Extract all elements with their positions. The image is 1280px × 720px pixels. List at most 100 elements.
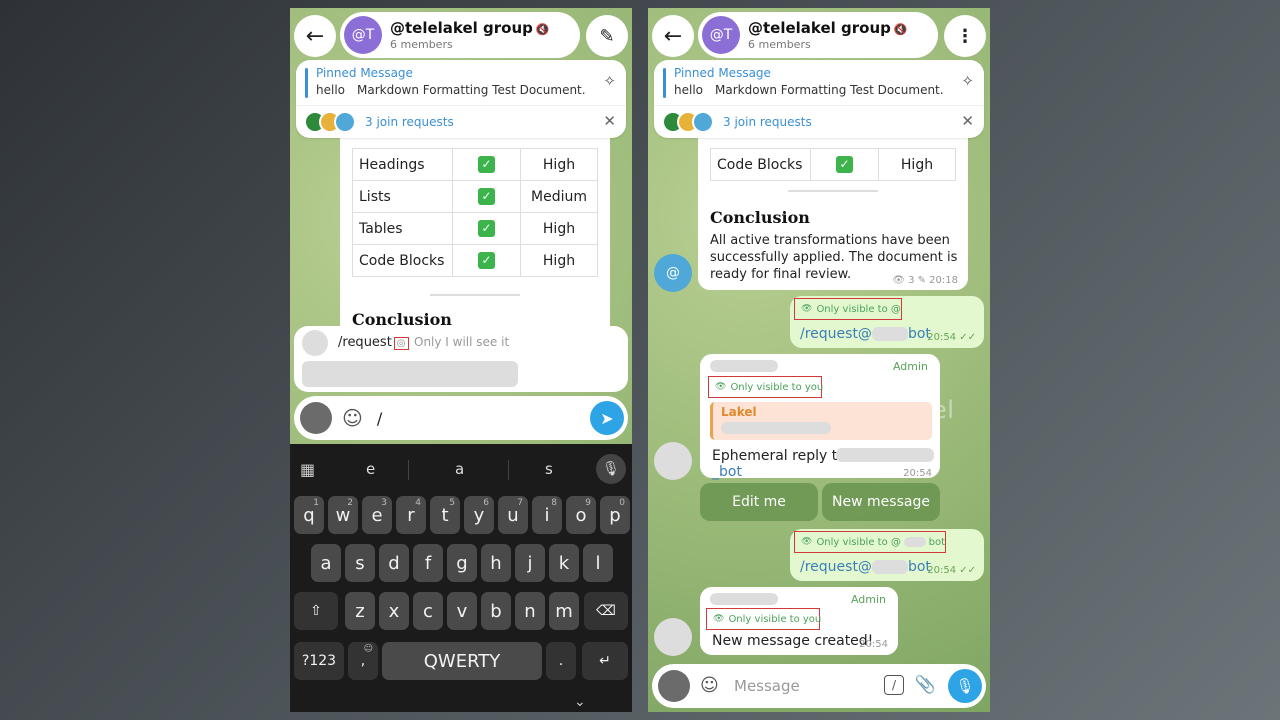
message-meta: 20:54 ✓✓ (927, 565, 976, 576)
edit-me-button[interactable]: Edit me (700, 483, 818, 521)
redacted-sender-name (710, 360, 778, 372)
bot-link[interactable]: _bot (712, 464, 742, 480)
message-input[interactable]: / (377, 409, 382, 428)
word-suggestion[interactable]: e (366, 460, 375, 478)
user-avatar[interactable] (300, 402, 332, 434)
key-a[interactable]: a (311, 544, 341, 582)
user-avatar[interactable] (658, 670, 690, 702)
comma-key[interactable]: , ☺ (348, 642, 378, 680)
key-g[interactable]: g (447, 544, 477, 582)
symbols-key[interactable]: ?123 (294, 642, 344, 680)
command-suggestion[interactable]: /request ◎ (338, 335, 409, 350)
word-suggestion[interactable]: s (545, 460, 553, 478)
mute-icon: 🔇 (893, 23, 908, 36)
attach-pen-button[interactable]: ✎ (586, 15, 628, 57)
mic-icon[interactable]: 🎙 (596, 454, 626, 484)
outgoing-message[interactable]: 👁 Only visible to @ bot /request@ bot 20:54… (790, 529, 984, 581)
grid-icon[interactable]: ▦ (300, 460, 315, 479)
key-f[interactable]: f (413, 544, 443, 582)
command-description: Only I will see it (414, 335, 510, 349)
key-i[interactable]: i8 (532, 496, 562, 534)
outgoing-message[interactable]: 👁 Only visible to @ /request@ bot 20:54 ✓✓ (790, 296, 984, 348)
pinned-text-b: Markdown Formatting Test Document... (357, 83, 586, 97)
key-z[interactable]: z (345, 592, 375, 630)
sender-avatar[interactable] (654, 442, 692, 480)
send-button[interactable]: ➤ (590, 401, 624, 435)
eye-off-icon: ◎ (393, 337, 409, 350)
key-p[interactable]: p0 (600, 496, 630, 534)
word-suggestion[interactable]: a (455, 460, 464, 478)
key-j[interactable]: j (515, 544, 545, 582)
message-input[interactable]: Message (734, 677, 800, 695)
reply-quote[interactable]: Lakel (710, 402, 932, 440)
back-button[interactable]: ← (652, 15, 694, 57)
key-w[interactable]: w2 (328, 496, 358, 534)
key-k[interactable]: k (549, 544, 579, 582)
close-icon[interactable]: ✕ (603, 112, 616, 130)
command-text: /request@ bot (800, 326, 931, 342)
table-cell: Lists (352, 180, 453, 213)
table-cell: ✓ (452, 148, 521, 181)
pinned-title: Pinned Message (674, 66, 771, 80)
key-s[interactable]: s (345, 544, 375, 582)
sender-avatar[interactable] (654, 618, 692, 656)
incoming-message[interactable]: Admin 👁 Only visible to you New message c… (700, 587, 898, 655)
pinned-message-bar[interactable]: Pinned Message hello Markdown Formatting … (296, 60, 626, 138)
key-h[interactable]: h (481, 544, 511, 582)
key-t[interactable]: t5 (430, 496, 460, 534)
key-u[interactable]: u7 (498, 496, 528, 534)
key-x[interactable]: x (379, 592, 409, 630)
redacted-text (871, 560, 908, 574)
sender-avatar[interactable]: @ (654, 254, 692, 292)
key-r[interactable]: r4 (396, 496, 426, 534)
chat-title[interactable]: @T @telelakel group 🔇 6 members (698, 12, 938, 58)
pin-list-icon[interactable]: ✧ (961, 72, 974, 90)
paperclip-icon[interactable]: 📎 (915, 675, 936, 695)
key-m[interactable]: m (549, 592, 579, 630)
chat-header: ← @T @telelakel group 🔇 6 members ⋮ (652, 12, 986, 58)
table-cell: Code Blocks (710, 148, 811, 181)
emoji-icon[interactable]: ☺ (700, 675, 719, 696)
key-q[interactable]: q1 (294, 496, 324, 534)
command-suggestion-list: /request ◎ Only I will see it (294, 326, 628, 392)
backspace-key[interactable]: ⌫ (584, 592, 628, 630)
emoji-icon[interactable]: ☺ (342, 406, 363, 430)
redacted-sender-name (710, 593, 778, 605)
message-composer: ☺ / ➤ (294, 396, 628, 440)
more-button[interactable]: ⋮ (944, 15, 986, 57)
close-icon[interactable]: ✕ (961, 112, 974, 130)
left-phone-screen: Headings ✓ High Lists ✓ Medium Tables ✓ … (290, 8, 632, 712)
key-v[interactable]: v (447, 592, 477, 630)
bot-commands-icon[interactable]: / (884, 675, 904, 695)
visibility-badge: 👁 Only visible to you (706, 608, 821, 630)
key-o[interactable]: o9 (566, 496, 596, 534)
pin-list-icon[interactable]: ✧ (603, 72, 616, 90)
incoming-message[interactable]: Admin 👁 Only visible to you Lakel Ephemer… (700, 354, 940, 480)
join-requests-bar[interactable]: 3 join requests ✕ (304, 110, 618, 134)
mic-button[interactable]: 🎙 (948, 669, 982, 703)
key-c[interactable]: c (413, 592, 443, 630)
back-button[interactable]: ← (294, 15, 336, 57)
key-b[interactable]: b (481, 592, 511, 630)
member-count: 6 members (748, 38, 811, 51)
key-n[interactable]: n (515, 592, 545, 630)
join-requests-bar[interactable]: 3 join requests ✕ (662, 110, 976, 134)
pinned-title: Pinned Message (316, 66, 413, 80)
shift-key[interactable]: ⇧ (294, 592, 338, 630)
message-meta: 20:54 ✓✓ (927, 332, 976, 343)
key-y[interactable]: y6 (464, 496, 494, 534)
chat-title[interactable]: @T @telelakel group 🔇 6 members (340, 12, 580, 58)
redacted-suggestion[interactable] (302, 361, 518, 387)
check-icon: ✓ (478, 188, 495, 205)
key-d[interactable]: d (379, 544, 409, 582)
new-message-button[interactable]: New message (822, 483, 940, 521)
pinned-message-bar[interactable]: Pinned Message hello Markdown Formatting … (654, 60, 984, 138)
key-l[interactable]: l (583, 544, 613, 582)
period-key[interactable]: . (546, 642, 576, 680)
chevron-down-icon[interactable]: ⌄ (574, 694, 586, 710)
member-count: 6 members (390, 38, 453, 51)
key-e[interactable]: e3 (362, 496, 392, 534)
chat-header: ← @T @telelakel group 🔇 6 members ✎ (294, 12, 628, 58)
space-key[interactable]: QWERTY (382, 642, 542, 680)
enter-key[interactable]: ↵ (582, 642, 628, 680)
